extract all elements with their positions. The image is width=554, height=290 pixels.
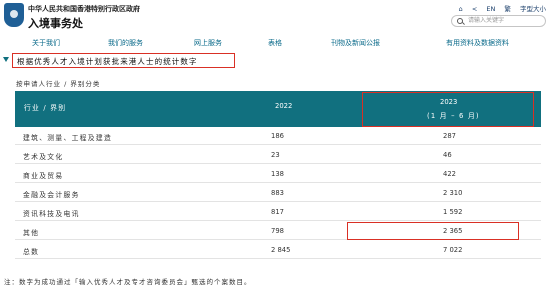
cell-2023: 1 592 [443, 208, 463, 216]
table-row: 建筑、测量、工程及建造 186 287 [15, 127, 541, 145]
language-tc-link[interactable]: 繁 [504, 3, 511, 13]
cell-2022: 186 [271, 132, 284, 140]
font-size-control[interactable]: 字型大小 [520, 3, 546, 13]
cell-2023: 287 [443, 132, 456, 140]
cell-2022: 798 [271, 227, 284, 235]
nav-about-us[interactable]: 关于我们 [32, 38, 60, 48]
share-icon[interactable]: < [472, 5, 477, 13]
home-icon[interactable]: ⌂ [459, 5, 463, 13]
cell-2022: 23 [271, 151, 280, 159]
cell-2023: 46 [443, 151, 452, 159]
language-en-link[interactable]: EN [486, 5, 495, 13]
cell-2022: 138 [271, 170, 284, 178]
government-emblem-icon[interactable] [4, 3, 24, 27]
nav-publications-press[interactable]: 刊物及新闻公报 [331, 38, 380, 48]
cell-industry: 建筑、测量、工程及建造 [23, 134, 113, 142]
cell-2023: 2 310 [443, 189, 463, 197]
highlight-box-2023-header [362, 92, 534, 127]
page-title: 根据优秀人才入境计划获批来港人士的统计数字 [17, 57, 198, 66]
table-row: 艺术及文化 23 46 [15, 146, 541, 164]
cell-industry: 总数 [23, 248, 40, 256]
search-input[interactable]: 请输入关键字 [451, 15, 546, 27]
highlight-box-2023-total [347, 222, 519, 240]
table-subtitle: 按申请人行业 / 界别分类 [16, 80, 101, 88]
cell-2023: 422 [443, 170, 456, 178]
nav-forms[interactable]: 表格 [268, 38, 282, 48]
cell-2023: 7 022 [443, 246, 463, 254]
cell-industry: 金融及会计服务 [23, 191, 80, 199]
column-header-2022: 2022 [275, 102, 293, 110]
nav-useful-info[interactable]: 有用资料及数据资料 [446, 38, 509, 48]
footnote: 注：数字为成功通过「输入优秀人才及专才咨询委员会」甄选的个案数目。 [4, 278, 252, 286]
cell-2022: 2 845 [271, 246, 291, 254]
department-name[interactable]: 入境事务处 [28, 15, 83, 31]
search-placeholder: 请输入关键字 [468, 17, 505, 24]
column-header-industry: 行业 / 界别 [24, 104, 67, 112]
main-navigation: 关于我们 我们的服务 网上服务 表格 刊物及新闻公报 有用资料及数据资料 [0, 38, 554, 48]
government-name: 中华人民共和国香港特别行政区政府 [28, 5, 140, 13]
nav-online-services[interactable]: 网上服务 [194, 38, 222, 48]
utility-bar: ⌂ < EN 繁 字型大小 [452, 3, 546, 13]
site-header: 中华人民共和国香港特别行政区政府 入境事务处 ⌂ < EN 繁 字型大小 请输入… [0, 0, 554, 34]
nav-our-services[interactable]: 我们的服务 [108, 38, 143, 48]
cell-industry: 其他 [23, 229, 40, 237]
page-title-box: 根据优秀人才入境计划获批来港人士的统计数字 [12, 53, 235, 68]
search-icon[interactable] [457, 18, 463, 24]
table-row-total: 总数 2 845 7 022 [15, 241, 541, 259]
expand-caret-icon[interactable] [3, 57, 9, 62]
cell-industry: 资讯科技及电讯 [23, 210, 80, 218]
cell-industry: 艺术及文化 [23, 153, 64, 161]
cell-2022: 883 [271, 189, 284, 197]
table-row: 商业及贸易 138 422 [15, 165, 541, 183]
table-row: 资讯科技及电讯 817 1 592 [15, 203, 541, 221]
cell-industry: 商业及贸易 [23, 172, 64, 180]
cell-2022: 817 [271, 208, 284, 216]
table-row: 金融及会计服务 883 2 310 [15, 184, 541, 202]
